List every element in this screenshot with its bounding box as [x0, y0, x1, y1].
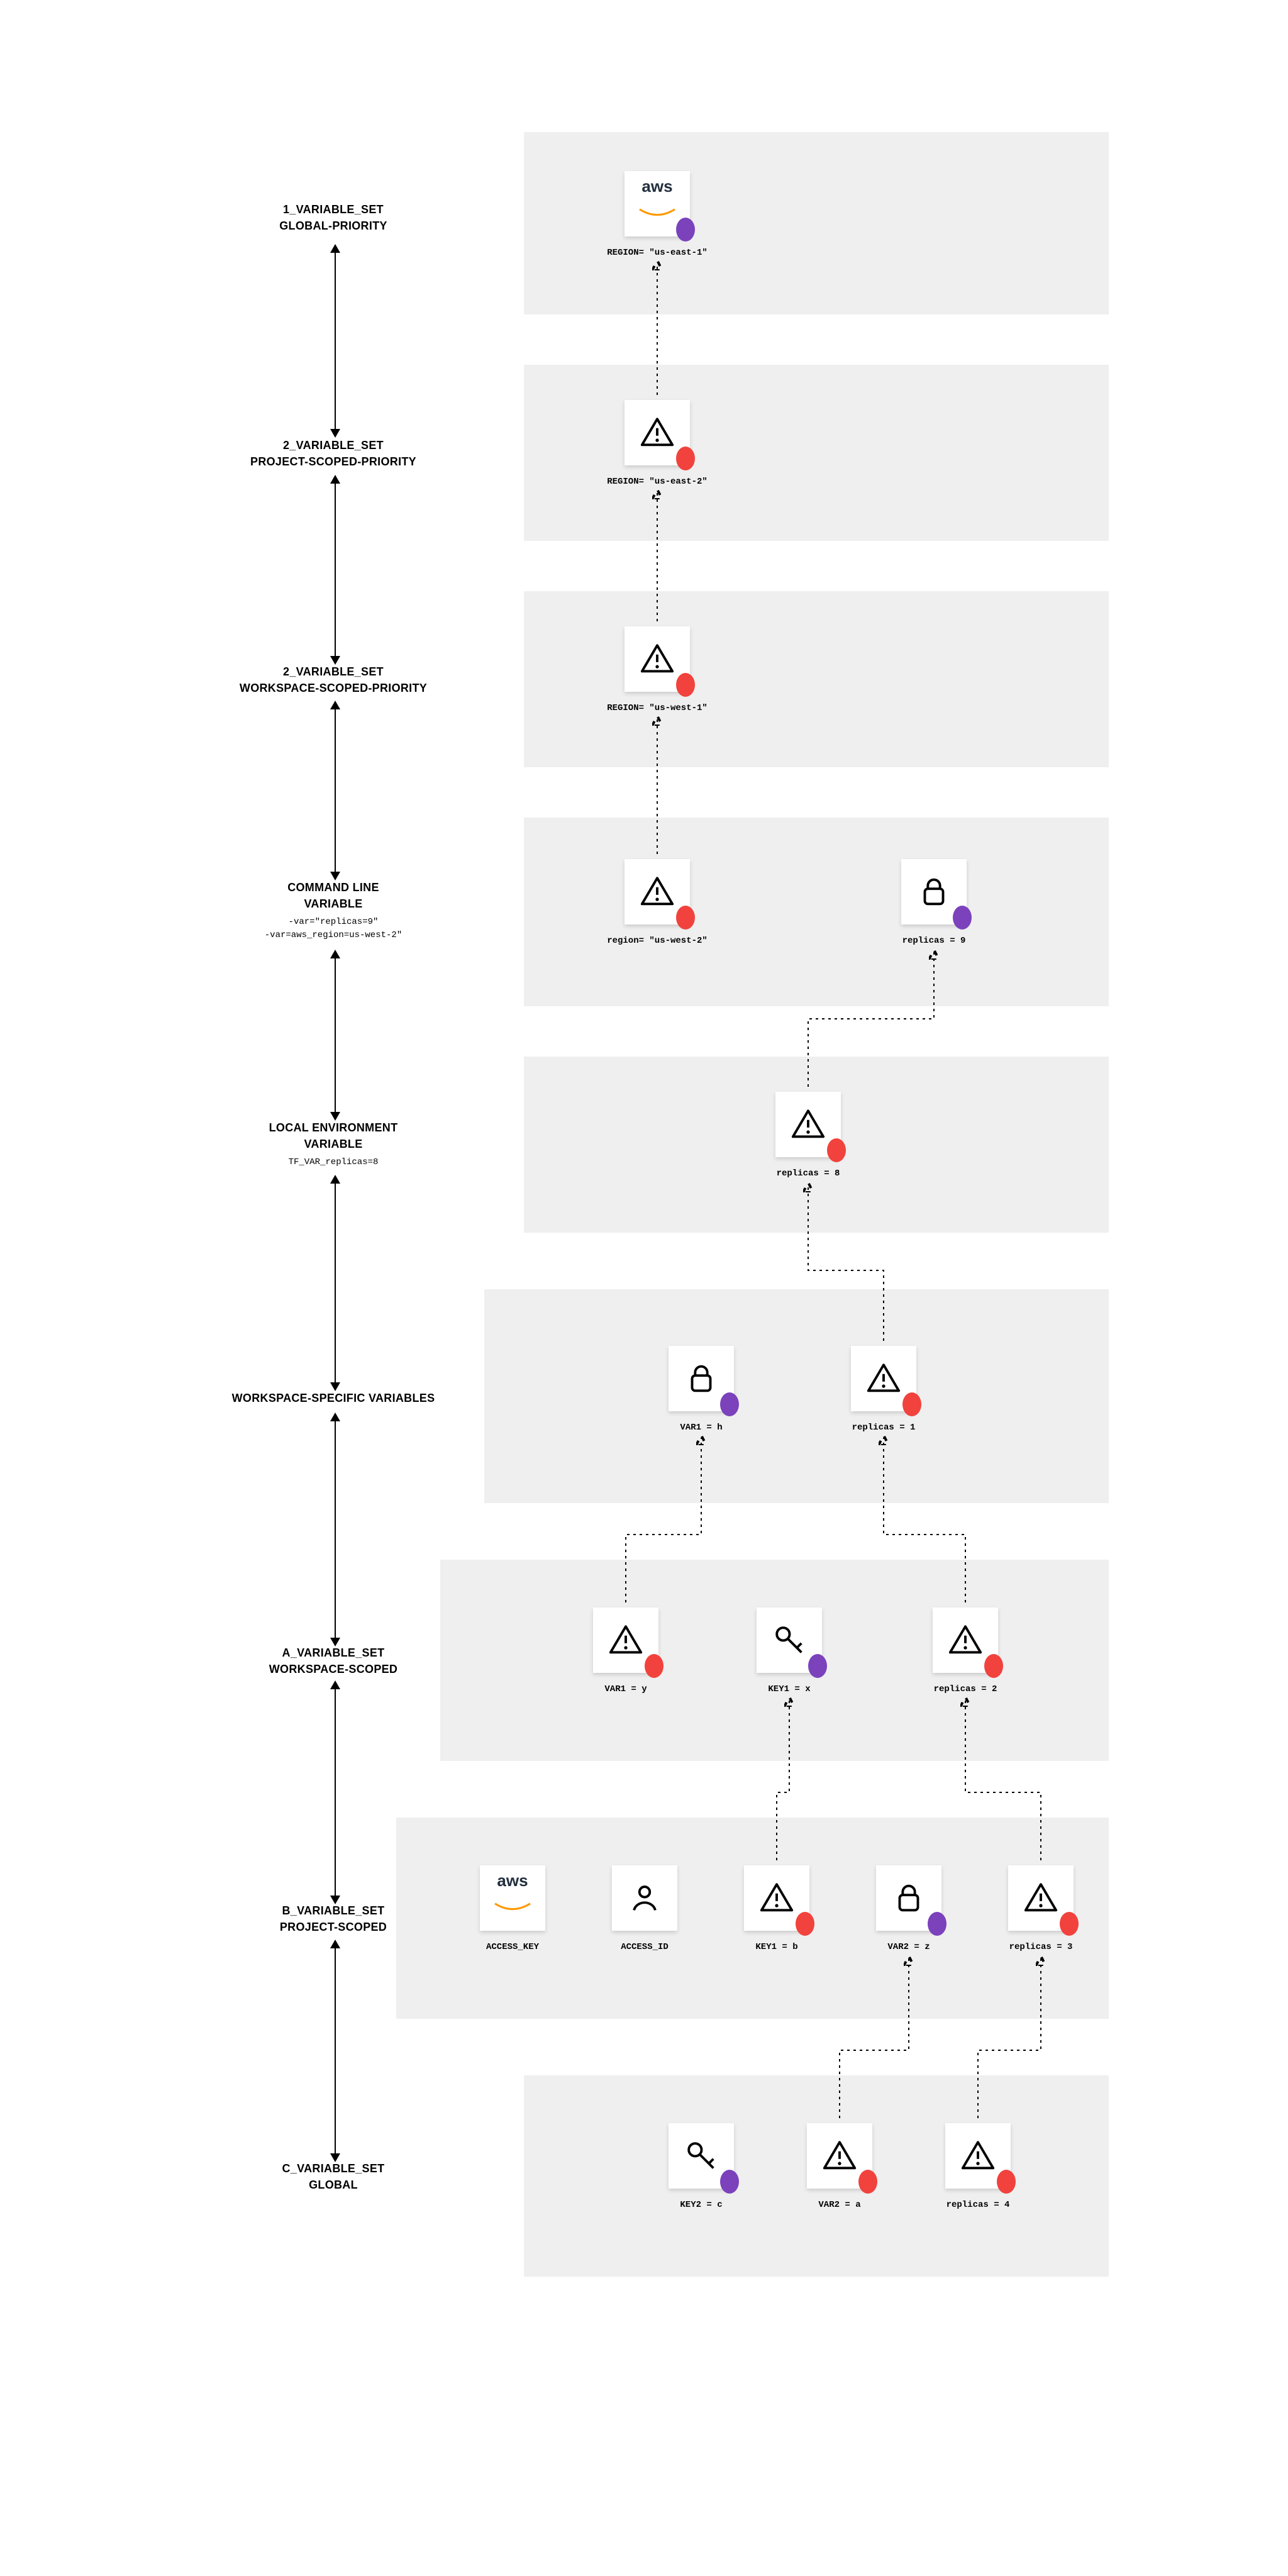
label-r1: 1_VARIABLE_SET GLOBAL-PRIORITY: [195, 201, 472, 234]
warning-icon: [625, 400, 690, 465]
card-key1-b: KEY1 = b: [742, 1865, 811, 1952]
card-key1-x: KEY1 = x: [755, 1607, 824, 1694]
warning-icon: [945, 2123, 1011, 2189]
warning-icon: [593, 1607, 658, 1673]
label-r9: C_VARIABLE_SET GLOBAL: [195, 2160, 472, 2193]
person-icon: [612, 1865, 677, 1931]
card-region-usw2: region= "us-west-2": [623, 859, 692, 946]
warning-icon: [851, 1346, 916, 1411]
card-replicas-2: replicas = 2: [931, 1607, 1000, 1694]
card-region-use1: aws REGION= "us-east-1": [623, 171, 692, 258]
card-var1-h: VAR1 = h: [667, 1346, 736, 1433]
diagram-canvas: 1_VARIABLE_SET GLOBAL-PRIORITY 2_VARIABL…: [0, 0, 1288, 2576]
card-label: replicas = 4: [947, 2200, 1010, 2210]
warning-icon: [625, 626, 690, 692]
band-r1: [524, 132, 1109, 314]
status-dot: [997, 2170, 1016, 2194]
band-r3: [524, 591, 1109, 767]
card-replicas-3: replicas = 3: [1006, 1865, 1075, 1952]
status-dot: [827, 1138, 846, 1162]
card-label: REGION= "us-east-1": [607, 248, 708, 258]
status-dot: [676, 673, 695, 697]
lock-icon: [901, 859, 967, 924]
card-replicas-9: replicas = 9: [899, 859, 969, 946]
card-replicas-1: replicas = 1: [849, 1346, 918, 1433]
status-dot: [720, 1392, 739, 1416]
status-dot: [796, 1912, 814, 1936]
card-label: ACCESS_KEY: [486, 1942, 539, 1952]
card-label: replicas = 1: [852, 1423, 916, 1433]
status-dot: [928, 1912, 947, 1936]
warning-icon: [807, 2123, 872, 2189]
label-r8: B_VARIABLE_SET PROJECT-SCOPED: [195, 1902, 472, 1935]
key-icon: [757, 1607, 822, 1673]
card-label: replicas = 2: [934, 1684, 997, 1694]
card-label: region= "us-west-2": [607, 936, 708, 946]
card-var2-z: VAR2 = z: [874, 1865, 943, 1952]
status-dot: [720, 2170, 739, 2194]
card-label: replicas = 8: [777, 1169, 840, 1179]
status-dot: [676, 906, 695, 930]
warning-icon: [933, 1607, 998, 1673]
card-label: replicas = 3: [1009, 1942, 1073, 1952]
band-r4: [524, 818, 1109, 1006]
card-replicas-8: replicas = 8: [774, 1092, 843, 1179]
card-region-usw1: REGION= "us-west-1": [623, 626, 692, 713]
card-key2-c: KEY2 = c: [667, 2123, 736, 2210]
card-label: VAR2 = z: [887, 1942, 930, 1952]
status-dot: [645, 1654, 663, 1678]
card-var1-y: VAR1 = y: [591, 1607, 660, 1694]
card-label: KEY2 = c: [680, 2200, 722, 2210]
card-region-use2: REGION= "us-east-2": [623, 400, 692, 487]
card-replicas-4: replicas = 4: [943, 2123, 1013, 2210]
band-r6: [484, 1289, 1109, 1503]
band-r2: [524, 365, 1109, 541]
card-label: KEY1 = x: [768, 1684, 810, 1694]
warning-icon: [625, 859, 690, 924]
label-r5: LOCAL ENVIRONMENT VARIABLE TF_VAR_replic…: [195, 1119, 472, 1169]
status-dot: [676, 447, 695, 470]
label-r4: COMMAND LINE VARIABLE -var="replicas=9" …: [195, 879, 472, 942]
warning-icon: [1008, 1865, 1074, 1931]
card-label: KEY1 = b: [755, 1942, 797, 1952]
status-dot: [902, 1392, 921, 1416]
lock-icon: [876, 1865, 941, 1931]
aws-icon: aws: [480, 1865, 545, 1931]
status-dot: [858, 2170, 877, 2194]
card-var2-a: VAR2 = a: [805, 2123, 874, 2210]
label-r6: WORKSPACE-SPECIFIC VARIABLES: [195, 1390, 472, 1406]
warning-icon: [775, 1092, 841, 1157]
status-dot: [808, 1654, 827, 1678]
card-label: REGION= "us-west-1": [607, 703, 708, 713]
card-label: VAR2 = a: [818, 2200, 860, 2210]
key-icon: [669, 2123, 734, 2189]
card-access-id: ACCESS_ID: [610, 1865, 679, 1952]
warning-icon: [744, 1865, 809, 1931]
lock-icon: [669, 1346, 734, 1411]
status-dot: [1060, 1912, 1079, 1936]
card-access-key: aws ACCESS_KEY: [478, 1865, 547, 1952]
card-label: replicas = 9: [902, 936, 966, 946]
label-r2: 2_VARIABLE_SET PROJECT-SCOPED-PRIORITY: [195, 437, 472, 470]
card-label: REGION= "us-east-2": [607, 477, 708, 487]
card-label: VAR1 = h: [680, 1423, 722, 1433]
label-r7: A_VARIABLE_SET WORKSPACE-SCOPED: [195, 1645, 472, 1677]
card-label: ACCESS_ID: [621, 1942, 669, 1952]
status-dot: [676, 218, 695, 242]
aws-icon: aws: [625, 171, 690, 236]
card-label: VAR1 = y: [604, 1684, 647, 1694]
status-dot: [984, 1654, 1003, 1678]
label-r3: 2_VARIABLE_SET WORKSPACE-SCOPED-PRIORITY: [195, 663, 472, 696]
status-dot: [953, 906, 972, 930]
